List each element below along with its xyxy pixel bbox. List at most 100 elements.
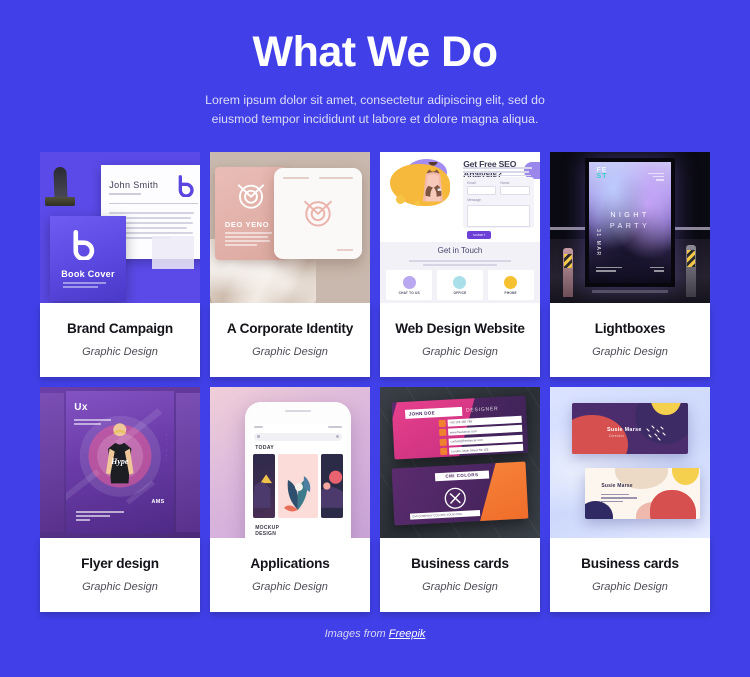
phone-speaker [284,409,312,413]
yellow-dot-large [396,195,405,205]
contact-tile-chat[interactable]: CHAT TO US [386,270,433,301]
image-credit: Images from Freepik [325,628,426,640]
app-card-right [320,453,343,518]
submit-button[interactable]: SUBMIT [467,230,492,239]
caption-flyer-design: Flyer design Graphic Design [40,537,200,612]
card-title: A Corporate Identity [226,321,354,337]
monogram-logo-pink-icon [303,200,333,227]
caption-lightboxes: Lightboxes Graphic Design [550,302,710,377]
phone-screen: TODAY MOCKUP DESIGN [251,423,345,538]
thumbnail-web-design[interactable]: Get Free SEO Analysis? Email Name Messag… [380,151,540,303]
bollard-right [685,245,696,297]
confetti-marks [646,425,667,441]
card-category: Graphic Design [422,581,498,594]
caption-applications: Applications Graphic Design [210,537,370,612]
name-input[interactable] [500,185,530,195]
card-footer-text: CMI COMPANY COLORS YOUR FEEL [409,509,480,520]
stamp-base [44,196,75,206]
contact-tile-label: CHAT TO US [398,290,420,295]
card-role: Director [609,433,625,438]
flyer-corner-label: AMS [151,498,165,505]
card-title: Applications [250,556,330,572]
flyer-footer-lines [76,511,125,523]
card-category: Graphic Design [82,581,158,594]
card-category: Graphic Design [422,346,498,359]
flyer-sheet: Hype Ux AMS . . . . . . [65,391,175,534]
globe-icon [438,428,446,436]
contact-tile-phone[interactable]: PHONE [487,270,534,301]
card-title: Lightboxes [594,321,666,337]
status-bar [251,424,345,430]
book-cover-mockup: Book Cover [49,216,127,301]
portfolio-card-business-cards-light[interactable]: Susie Marse Director Susie Marse Busines… [550,386,710,612]
model-photo: Hype [106,422,134,483]
contact-tile-label: OFFICE [453,290,467,295]
search-bar[interactable] [254,432,342,441]
portfolio-card-web-design[interactable]: Get Free SEO Analysis? Email Name Messag… [380,151,540,377]
portfolio-card-brand-campaign[interactable]: John Smith Book Cover Brand Campaign Gra… [40,151,200,377]
website-hero: Get Free SEO Analysis? Email Name Messag… [380,151,540,243]
white-business-card [274,168,362,259]
app-card-left [253,453,276,518]
card-role: DESIGNER [465,405,499,413]
portfolio-card-lightboxes[interactable]: FE ST NIGHT PARTY 31 MAR Lightboxes Grap… [550,151,710,377]
get-in-touch-lines [408,260,512,267]
poster-line-party: PARTY [609,221,651,231]
portfolio-card-applications[interactable]: TODAY MOCKUP DESIGN Applications Graphic… [210,386,370,612]
mail-icon [439,437,447,446]
office-icon [453,275,467,289]
contact-row: London, Main Street Str 123 [439,443,524,455]
thumbnail-business-cards-light[interactable]: Susie Marse Director Susie Marse [550,386,710,538]
pink-card-name: DEO YENO [224,219,270,229]
business-card-light-abstract: Susie Marse [585,468,701,520]
thumbnail-brand-campaign[interactable]: John Smith Book Cover [40,151,200,303]
poster-line-night: NIGHT [610,210,650,220]
card-title: Flyer design [81,556,159,572]
app-card-center [278,453,318,518]
card-contact-list: +00 123 456 789 www.freelancer.com conta… [438,414,524,457]
caption-corporate-identity: A Corporate Identity Graphic Design [210,302,370,377]
contact-tile-label: PHONE [504,290,517,295]
billboard-base [591,290,669,294]
page-title: What We Do [252,28,498,76]
card-category: Graphic Design [592,581,668,594]
thumbnail-applications[interactable]: TODAY MOCKUP DESIGN [210,386,370,538]
website-contact-section: Get in Touch CHAT TO US OFFICE PHONE [380,242,540,303]
white-card-footer-rule [337,248,354,251]
portfolio-card-corporate-identity[interactable]: DEO YENO A Corporate Identity Graphic De… [210,151,370,377]
phone-icon [438,418,446,427]
card-title: Business cards [581,556,679,572]
portfolio-card-flyer-design[interactable]: Hype Ux AMS . . . . . . Flyer design Gra… [40,386,200,612]
flyer-subtext-lines [74,419,118,426]
contact-form[interactable]: Email Name Message SUBMIT [463,176,534,239]
thumbnail-lightboxes[interactable]: FE ST NIGHT PARTY 31 MAR [550,151,710,303]
x-logo-icon [444,487,466,509]
thumbnail-business-cards-dark[interactable]: JOHN DOE DESIGNER +00 123 456 789 www.fr… [380,386,540,538]
portfolio-card-business-cards-dark[interactable]: JOHN DOE DESIGNER +00 123 456 789 www.fr… [380,386,540,612]
contact-tiles: CHAT TO US OFFICE PHONE [386,270,534,301]
thumbnail-flyer-design[interactable]: Hype Ux AMS . . . . . . [40,386,200,538]
card-name: Susie Marse [601,483,633,490]
thumbnail-corporate-identity[interactable]: DEO YENO [210,151,370,303]
freepik-link[interactable]: Freepik [389,628,426,640]
rail-left [550,227,586,231]
email-input[interactable] [467,185,497,195]
poster-footer-left [595,267,622,274]
app-card-row [251,453,345,518]
name-field-group: Name [500,181,530,195]
flyer-vertical-text: . . . . . . [165,433,171,462]
paper-shadow [152,236,194,270]
person-photo [422,162,443,202]
contact-tile-office[interactable]: OFFICE [437,270,483,301]
poster-footer-right [650,267,665,274]
message-textarea[interactable] [467,204,530,227]
lightbox-billboard: FE ST NIGHT PARTY 31 MAR [585,157,675,288]
card-category: Graphic Design [592,346,668,359]
portfolio-grid: John Smith Book Cover Brand Campaign Gra… [40,151,710,612]
card-category: Graphic Design [82,346,158,359]
caption-brand-campaign: Brand Campaign Graphic Design [40,302,200,377]
card-brand: CMI COLORS [434,470,489,482]
bollard-left [562,248,573,297]
search-icon [335,435,339,439]
poster-meta-lines [648,172,665,183]
